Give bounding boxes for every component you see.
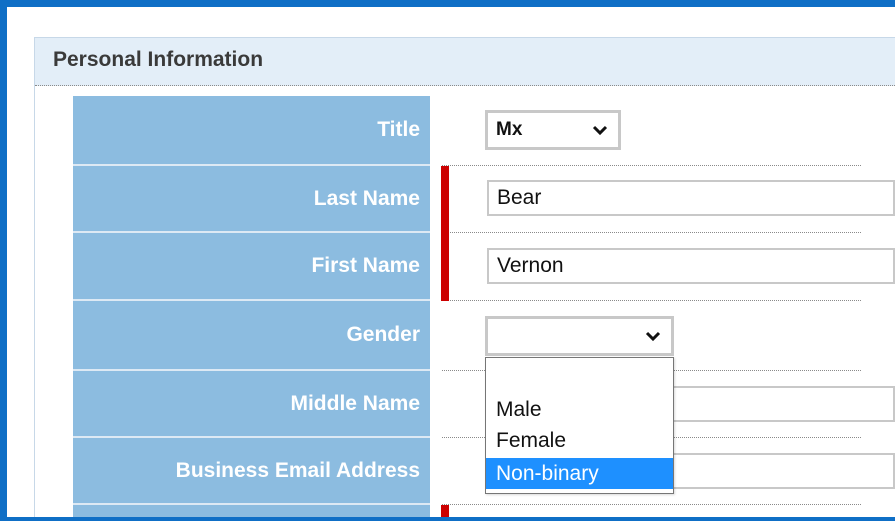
last-name-label: Last Name	[313, 186, 420, 210]
label-cell-next	[73, 505, 430, 521]
label-cell-title: Title	[73, 96, 430, 166]
label-cell-first-name: First Name	[73, 233, 430, 301]
label-cell-gender: Gender	[73, 301, 430, 371]
title-select-value: Mx	[496, 119, 523, 140]
panel-header: Personal Information	[35, 38, 895, 86]
required-indicator	[441, 166, 449, 233]
chevron-down-icon	[592, 125, 608, 136]
last-name-input[interactable]	[487, 180, 895, 216]
required-indicator	[441, 233, 449, 301]
gender-dropdown-list: Male Female Non-binary	[485, 357, 674, 494]
gender-label: Gender	[346, 323, 420, 346]
chevron-down-icon	[645, 331, 661, 342]
label-cell-business-email: Business Email Address	[73, 438, 430, 505]
label-cell-last-name: Last Name	[73, 166, 430, 233]
gender-option-blank[interactable]	[486, 362, 673, 394]
gender-select[interactable]	[485, 316, 674, 356]
title-select[interactable]: Mx	[485, 110, 621, 150]
form-row-gender: Gender	[73, 301, 861, 371]
middle-name-label: Middle Name	[290, 391, 420, 415]
gender-option-non-binary[interactable]: Non-binary	[486, 458, 673, 489]
title-label: Title	[377, 118, 420, 141]
form-row-title: Title	[73, 96, 861, 166]
first-name-label: First Name	[311, 254, 420, 277]
section-title: Personal Information	[53, 48, 264, 71]
gender-option-female[interactable]: Female	[486, 425, 673, 456]
first-name-input[interactable]	[487, 248, 895, 284]
business-email-label: Business Email Address	[175, 458, 420, 482]
form-row-next	[73, 505, 861, 521]
required-indicator	[441, 505, 449, 521]
label-cell-middle-name: Middle Name	[73, 371, 430, 438]
gender-option-male[interactable]: Male	[486, 394, 673, 425]
